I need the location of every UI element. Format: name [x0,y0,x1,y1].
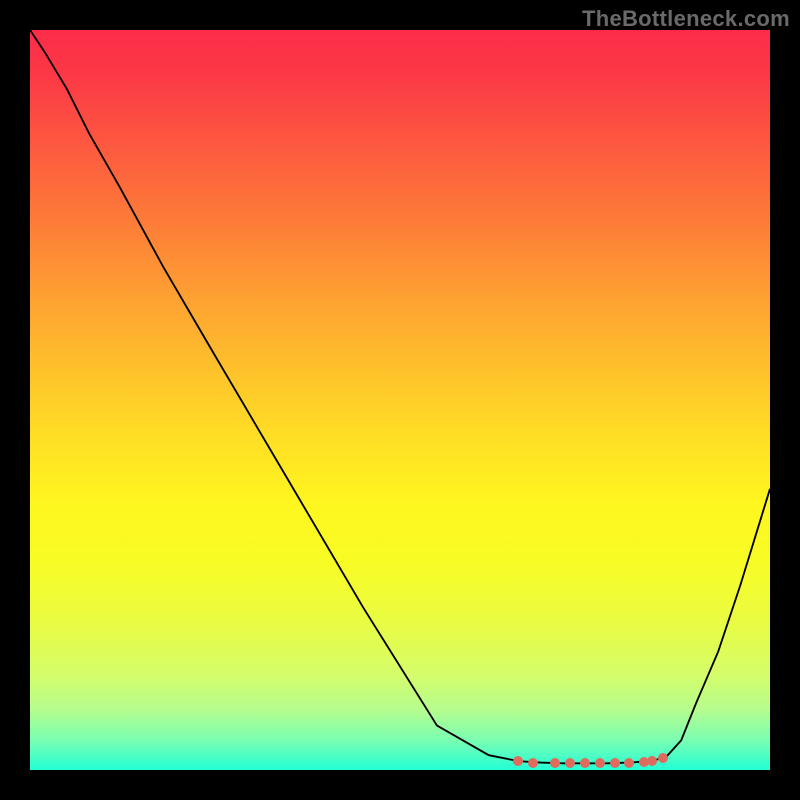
chart-area [30,30,770,770]
marker-dot [513,756,523,766]
marker-dot [610,758,620,768]
marker-dot [595,758,605,768]
watermark-text: TheBottleneck.com [582,6,790,32]
marker-dot [580,758,590,768]
marker-dots [30,30,770,770]
marker-dot [528,758,538,768]
marker-dot [565,758,575,768]
marker-dot [550,758,560,768]
marker-dot [624,758,634,768]
marker-dot [647,756,657,766]
marker-dot [658,753,668,763]
